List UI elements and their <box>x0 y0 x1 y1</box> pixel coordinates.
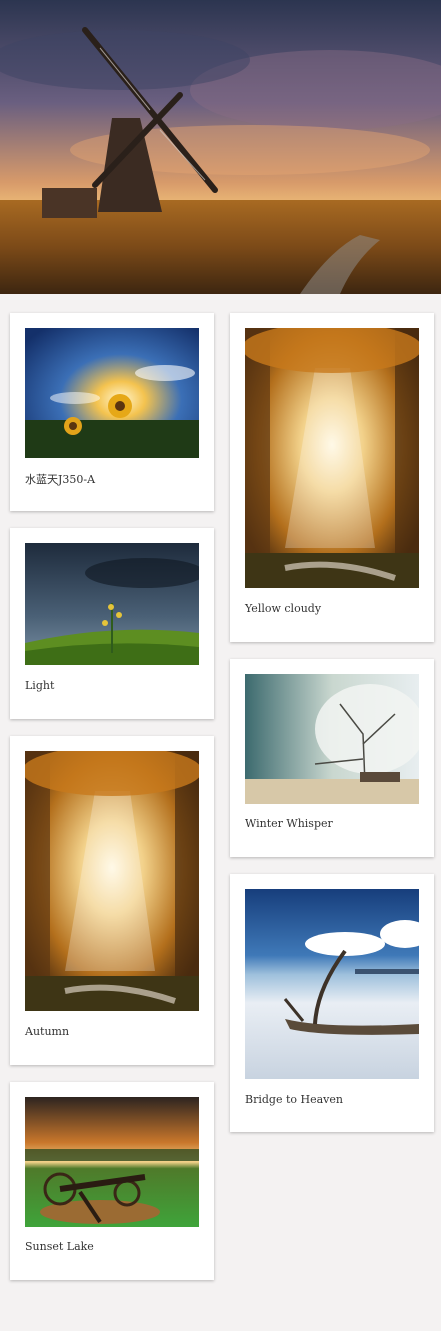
gallery-card[interactable]: 水蓝天J350-A <box>10 313 214 511</box>
sunflower-sunburst-image[interactable] <box>25 328 199 458</box>
stormy-sky-plant-image[interactable] <box>25 543 199 665</box>
gallery-card[interactable]: Winter Whisper <box>230 659 434 857</box>
card-caption[interactable]: Sunset Lake <box>25 1240 94 1253</box>
gallery-card[interactable]: Autumn <box>10 736 214 1065</box>
card-caption[interactable]: Yellow cloudy <box>245 602 321 615</box>
card-caption[interactable]: Light <box>25 679 54 692</box>
autumn-forest-rays-image[interactable] <box>25 751 199 1011</box>
gallery-card[interactable]: Light <box>10 528 214 719</box>
card-caption[interactable]: 水蓝天J350-A <box>25 471 95 487</box>
card-caption[interactable]: Winter Whisper <box>245 817 333 830</box>
golden-forest-light-image[interactable] <box>245 328 419 588</box>
windmill-sunset-image <box>0 0 441 294</box>
gallery-card[interactable]: Bridge to Heaven <box>230 874 434 1132</box>
cannon-sunset-image[interactable] <box>25 1097 199 1227</box>
gallery-card[interactable]: Yellow cloudy <box>230 313 434 642</box>
gallery-card[interactable]: Sunset Lake <box>10 1082 214 1280</box>
card-caption[interactable]: Autumn <box>25 1025 69 1038</box>
hero-banner <box>0 0 441 294</box>
driftwood-beach-image[interactable] <box>245 889 419 1079</box>
card-caption[interactable]: Bridge to Heaven <box>245 1093 343 1106</box>
winter-tree-image[interactable] <box>245 674 419 804</box>
